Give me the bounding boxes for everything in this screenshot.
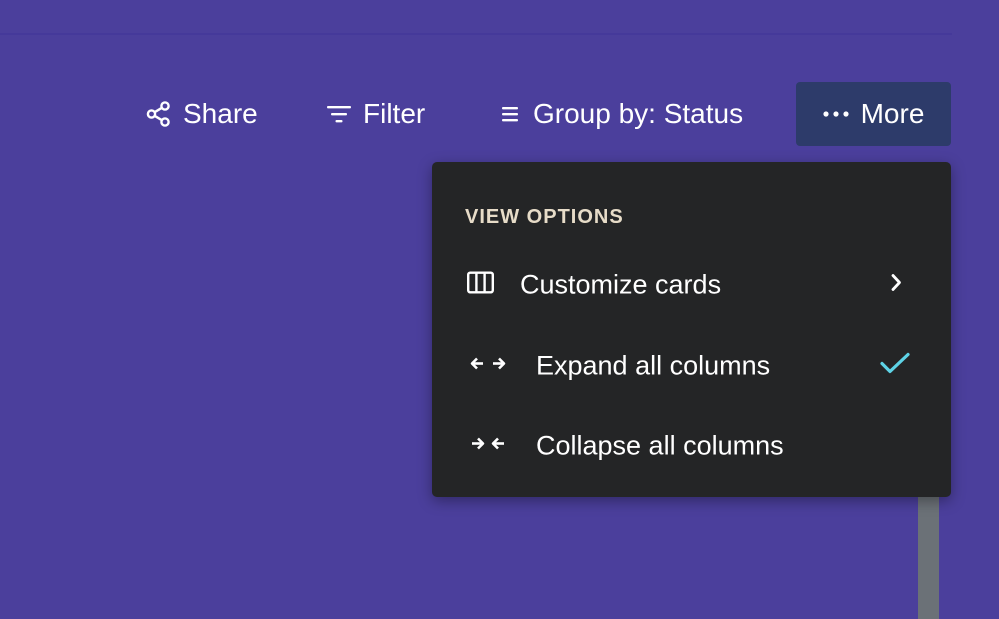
menu-item-collapse-all-columns[interactable]: Collapse all columns [432, 416, 951, 476]
group-by-button[interactable]: Group by: Status [499, 82, 743, 146]
expand-arrows-icon [470, 356, 506, 377]
group-by-label: Group by: Status [533, 98, 744, 129]
checkmark-icon [879, 352, 911, 381]
list-icon [499, 105, 521, 123]
filter-label: Filter [363, 98, 426, 129]
menu-item-expand-all-columns[interactable]: Expand all columns [432, 336, 951, 396]
share-icon [146, 101, 171, 127]
share-button[interactable]: Share [146, 82, 258, 146]
chevron-right-icon [890, 274, 902, 297]
scrollbar[interactable] [918, 480, 939, 619]
top-divider [0, 33, 952, 35]
columns-icon [467, 271, 495, 299]
share-label: Share [183, 98, 258, 129]
more-button[interactable]: More [796, 82, 951, 146]
more-label: More [860, 98, 925, 129]
menu-item-customize-cards[interactable]: Customize cards [432, 255, 951, 315]
toolbar: Share Filter Group by: Status More [0, 82, 999, 146]
filter-button[interactable]: Filter [327, 82, 425, 146]
ellipsis-icon [822, 110, 849, 118]
menu-heading: VIEW OPTIONS [465, 206, 624, 228]
menu-item-label: Customize cards [520, 269, 722, 300]
menu-item-label: Expand all columns [536, 350, 771, 381]
menu-item-label: Collapse all columns [536, 430, 784, 461]
filter-icon [327, 104, 351, 124]
collapse-arrows-icon [470, 436, 506, 457]
